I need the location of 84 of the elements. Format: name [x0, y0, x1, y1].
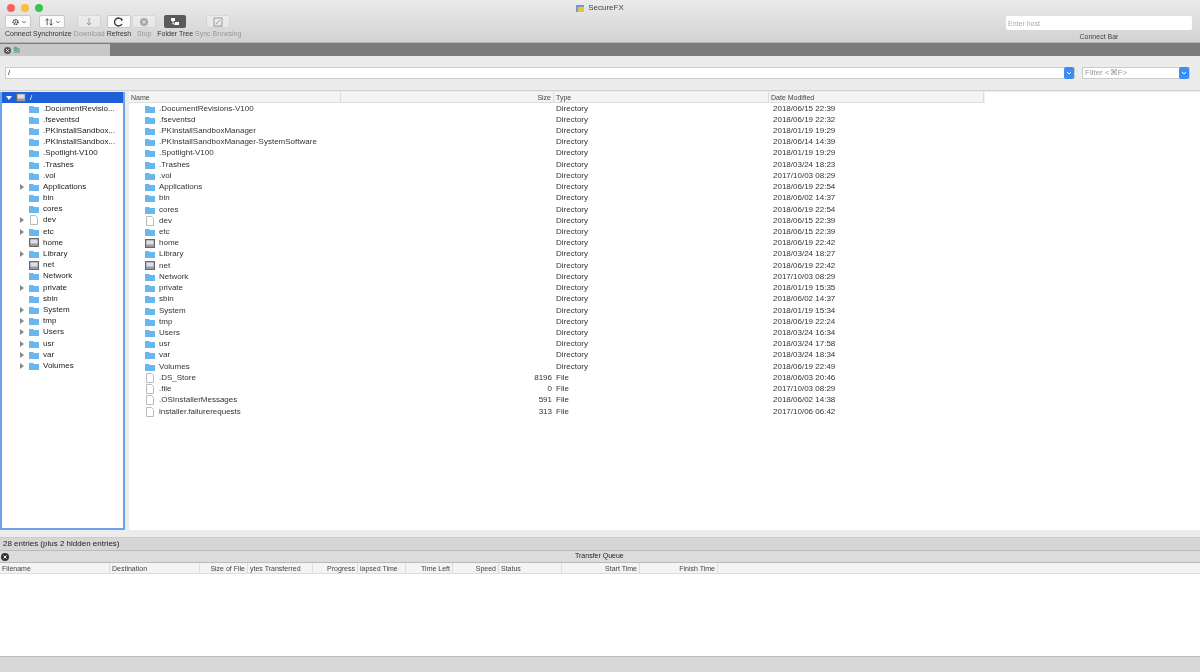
tree-item[interactable]: .PKInstallSandbox... [2, 125, 123, 137]
dropdown-icon[interactable] [1064, 67, 1074, 79]
drive-icon [29, 260, 39, 270]
file-row[interactable]: .Spotlight-V100 Directory 2018/01/19 19:29 [129, 147, 1200, 160]
tree-item[interactable]: .DocumentRevisio... [2, 103, 123, 115]
file-row[interactable]: cores Directory 2018/06/19 22:54 [129, 203, 1200, 216]
file-row[interactable]: .PKInstallSandboxManager-SystemSoftware Directory 2018/06/14 14:39 [129, 136, 1200, 148]
drive-icon [16, 93, 26, 102]
folder-icon [29, 250, 39, 259]
drive-icon [145, 261, 155, 271]
dropdown-icon[interactable] [1179, 67, 1189, 79]
file-row[interactable]: .Trashes Directory 2018/03/24 18:23 [129, 159, 1200, 171]
disclosure-triangle-icon[interactable] [19, 183, 25, 190]
file-row[interactable]: tmp Directory 2018/06/19 22:24 [129, 316, 1200, 328]
tree-item[interactable]: etc [2, 226, 123, 238]
file-row[interactable]: home Directory 2018/06/19 22:42 [129, 237, 1200, 249]
file-row[interactable]: .file 0 File 2017/10/03 08:29 [129, 383, 1200, 395]
file-row[interactable]: .vol Directory 2017/10/03 08:29 [129, 170, 1200, 182]
file-row[interactable]: .OSInstallerMessages 591 File 2018/06/02 14:38 [129, 394, 1200, 406]
file-row[interactable]: sbin Directory 2018/06/02 14:37 [129, 293, 1200, 305]
file-row[interactable]: usr Directory 2018/03/24 17:58 [129, 338, 1200, 350]
file-row[interactable]: etc Directory 2018/06/15 22:39 [129, 226, 1200, 238]
tree-item[interactable]: .vol [2, 170, 123, 182]
file-row[interactable]: installer.failurerequests 313 File 2017/10/06 06:42 [129, 405, 1200, 418]
tree-item[interactable]: .Trashes [2, 158, 123, 171]
drive-icon [29, 238, 39, 248]
file-row[interactable]: .DS_Store 8196 File 2018/06/03 20:46 [129, 372, 1200, 384]
file-row[interactable]: Network Directory 2017/10/03 08:29 [129, 271, 1200, 283]
disclosure-triangle-icon[interactable] [6, 94, 12, 101]
tree-item[interactable]: .fseventsd [2, 114, 123, 126]
tree-item[interactable]: net [2, 259, 123, 271]
disclosure-triangle-icon[interactable] [19, 284, 25, 291]
close-window-button[interactable] [7, 4, 15, 12]
tree-item[interactable]: / [2, 92, 123, 103]
file-row[interactable]: var Directory 2018/03/24 18:34 [129, 349, 1200, 362]
tree-item[interactable]: cores [2, 203, 123, 215]
tree-item[interactable]: .PKInstallSandbox... [2, 136, 123, 148]
tree-item[interactable]: home [2, 237, 123, 249]
file-icon [146, 215, 154, 226]
tree-item[interactable]: bin [2, 192, 123, 204]
file-row[interactable]: .DocumentRevisions-V100 Directory 2018/06/15 22:39 [129, 103, 1200, 115]
file-icon [30, 215, 38, 226]
server-icon [13, 46, 21, 54]
app-icon [576, 3, 586, 13]
folder-icon [29, 227, 39, 236]
path-field[interactable]: / [5, 67, 1075, 79]
file-row[interactable]: private Directory 2018/01/19 15:35 [129, 282, 1200, 294]
drive-icon [145, 238, 155, 248]
file-row[interactable]: Applications Directory 2018/06/19 22:54 [129, 181, 1200, 193]
file-row[interactable]: .fseventsd Directory 2018/06/19 22:32 [129, 114, 1200, 126]
file-row[interactable]: System Directory 2018/01/19 15:34 [129, 304, 1200, 317]
zoom-window-button[interactable] [35, 4, 43, 12]
status-bar: 28 entries (plus 2 hidden entries) [0, 538, 1200, 550]
close-icon[interactable] [1, 552, 9, 561]
file-row[interactable]: .PKInstallSandboxManager Directory 2018/01/19 19:29 [129, 125, 1200, 137]
tree-item[interactable]: Network [2, 270, 123, 282]
file-row[interactable]: net Directory 2018/06/19 22:42 [129, 260, 1200, 272]
file-row[interactable]: bin Directory 2018/06/02 14:37 [129, 192, 1200, 204]
tree-item[interactable]: Applications [2, 181, 123, 193]
tree-item[interactable]: Users [2, 326, 123, 338]
tree-item[interactable]: tmp [2, 315, 123, 327]
tree-item[interactable]: usr [2, 337, 123, 350]
caret-icon [22, 19, 27, 24]
caret-icon [56, 19, 61, 24]
file-row[interactable]: Users Directory 2018/03/24 16:34 [129, 327, 1200, 339]
disclosure-triangle-icon[interactable] [19, 251, 25, 258]
window-title: SecureFX [588, 2, 624, 14]
file-row[interactable]: Volumes Directory 2018/06/19 22:49 [129, 361, 1200, 373]
sync-icon [211, 15, 226, 28]
tree-item[interactable]: dev [2, 214, 123, 227]
folder-icon [145, 250, 155, 259]
file-row[interactable]: Library Directory 2018/03/24 18:27 [129, 248, 1200, 261]
file-row[interactable]: dev Directory 2018/06/15 22:39 [129, 215, 1200, 227]
tree-item[interactable]: .Spotlight-V100 [2, 147, 123, 159]
tree-item[interactable]: var [2, 349, 123, 361]
tree-item[interactable]: sbin [2, 293, 123, 305]
tree-item[interactable]: System [2, 304, 123, 316]
folder-icon [145, 228, 155, 236]
tree-item[interactable]: Volumes [2, 360, 123, 372]
refresh-icon [112, 15, 126, 28]
tree-item[interactable]: Library [2, 248, 123, 260]
arrows-icon [44, 15, 56, 28]
session-tab[interactable] [0, 44, 110, 56]
tree-item[interactable]: private [2, 282, 123, 294]
